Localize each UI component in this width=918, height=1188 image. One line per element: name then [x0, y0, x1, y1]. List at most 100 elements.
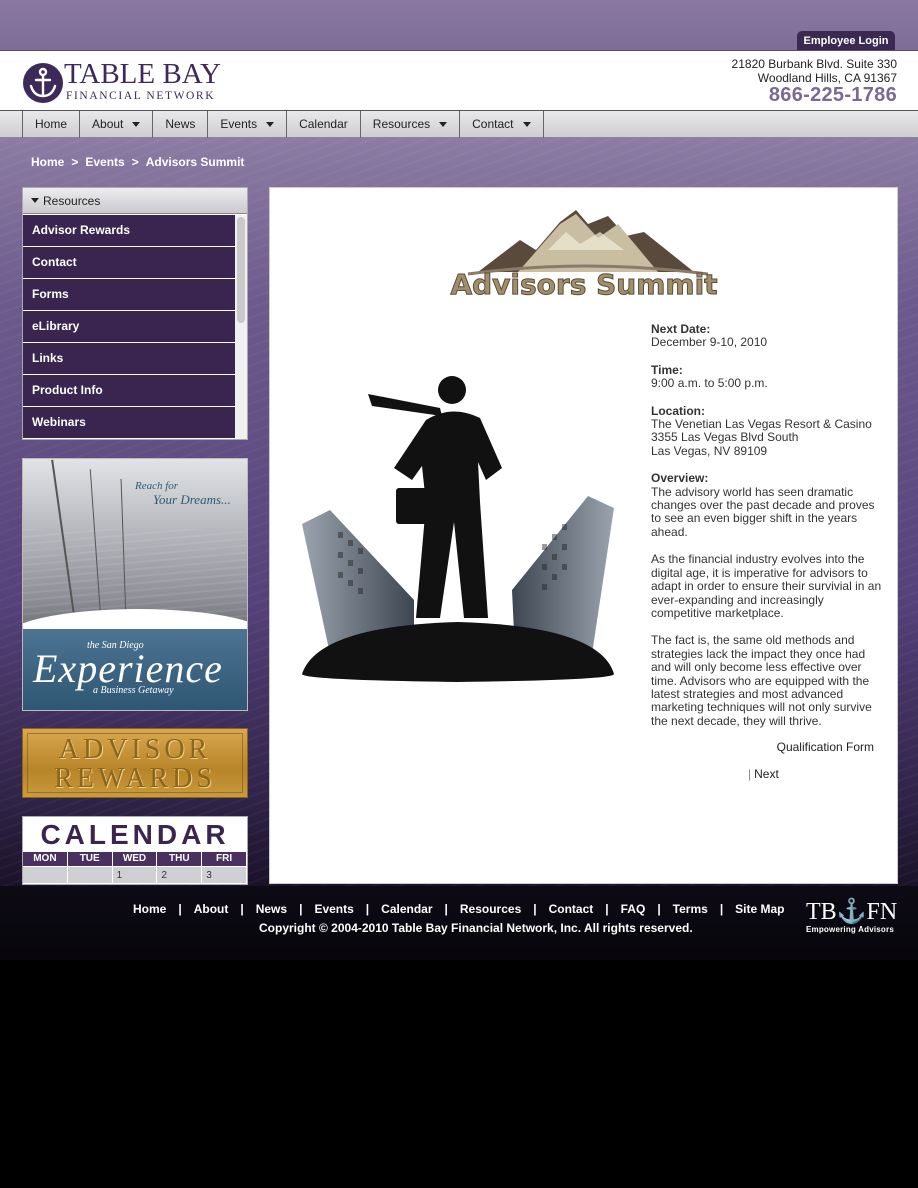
location-line3: Las Vegas, NV 89109: [651, 443, 768, 458]
pager-separator: |: [748, 767, 752, 781]
sidebar-item-links[interactable]: Links: [23, 343, 235, 375]
promo-getaway-text: a Business Getaway: [93, 685, 174, 696]
calendar-date: 2: [157, 866, 203, 883]
location-line1: The Venetian Las Vegas Resort & Casino: [651, 417, 872, 432]
nav-calendar-label: Calendar: [299, 117, 348, 131]
logo-sub-text: FINANCIAL NETWORK: [66, 90, 216, 102]
sidebar-item-advisor-rewards[interactable]: Advisor Rewards: [23, 215, 235, 247]
footer-link-calendar[interactable]: Calendar: [381, 902, 432, 916]
footer-separator: |: [605, 902, 609, 916]
calendar-days-row: MON TUE WED THU FRI: [23, 852, 247, 866]
qualification-form-link[interactable]: Qualification Form: [777, 740, 874, 754]
collapse-triangle-icon: [31, 198, 39, 203]
calendar-day: FRI: [202, 852, 247, 866]
footer-separator: |: [299, 902, 303, 916]
calendar-day: TUE: [68, 852, 113, 866]
footer-nav: Home | About | News | Events | Calendar | Res…: [133, 902, 785, 916]
calendar-date: 1: [112, 866, 158, 883]
next-date-block: Next Date: December 9-10, 2010: [651, 322, 883, 350]
nav-contact[interactable]: Contact: [460, 111, 544, 138]
sidebar-item-webinars[interactable]: Webinars: [23, 407, 235, 439]
calendar-dates-row: 1 2 3: [23, 866, 247, 883]
footer-separator: |: [178, 902, 182, 916]
nav-resources-label: Resources: [372, 117, 431, 131]
footer-link-home[interactable]: Home: [133, 902, 166, 916]
nav-news[interactable]: News: [153, 111, 209, 138]
main-content: Advisors Summit Next Date: December 9-10…: [269, 187, 898, 884]
calendar-banner[interactable]: CALENDAR MON TUE WED THU FRI 1 2 3: [22, 816, 248, 885]
time-block: Time: 9:00 a.m. to 5:00 p.m.: [651, 362, 883, 391]
calendar-day: WED: [113, 852, 158, 866]
sidebar-item-contact[interactable]: Contact: [23, 247, 235, 279]
nav-calendar[interactable]: Calendar: [287, 111, 361, 138]
location-label: Location:: [651, 403, 705, 418]
main-navbar: Home About News Events Calendar Resource…: [0, 110, 918, 138]
overview-block: Overview: The advisory world has seen dr…: [651, 471, 883, 539]
nav-resources[interactable]: Resources: [361, 111, 461, 138]
site-header: TABLE BAY FINANCIAL NETWORK 21820 Burban…: [0, 50, 918, 110]
resources-title: Resources: [43, 193, 101, 208]
businessman-hero-illustration: [302, 376, 614, 682]
employee-login-button[interactable]: Employee Login: [797, 31, 895, 51]
reach-line1: Reach for: [135, 480, 179, 492]
phone-number: 866-225-1786: [768, 84, 897, 106]
nav-contact-label: Contact: [472, 117, 514, 131]
advisor-rewards-banner[interactable]: ADVISOR REWARDS: [22, 728, 248, 798]
resources-list: Advisor Rewards Contact Forms eLibrary L…: [23, 215, 235, 439]
sidebar-item-forms[interactable]: Forms: [23, 279, 235, 311]
footer-link-contact[interactable]: Contact: [549, 902, 594, 916]
next-link[interactable]: Next: [754, 767, 779, 781]
pager: | Next: [748, 767, 779, 781]
footer-separator: |: [533, 902, 537, 916]
resources-panel: Resources Advisor Rewards Contact Forms …: [22, 187, 248, 440]
breadcrumb-home[interactable]: Home: [31, 155, 64, 169]
main-nav: Home About News Events Calendar Resource…: [22, 111, 544, 138]
calendar-date: [67, 866, 113, 883]
footer-link-site-map[interactable]: Site Map: [735, 902, 784, 916]
footer-separator: |: [657, 902, 661, 916]
advisors-summit-logo: Advisors Summit: [448, 210, 720, 305]
chevron-down-icon: [522, 122, 531, 127]
nav-news-label: News: [165, 117, 196, 131]
footer-link-events[interactable]: Events: [314, 902, 353, 916]
breadcrumb-events[interactable]: Events: [85, 155, 124, 169]
overview-paragraph: The advisory world has seen dramatic cha…: [651, 484, 875, 539]
calendar-day: THU: [157, 852, 203, 866]
scrollbar-thumb[interactable]: [237, 217, 245, 323]
breadcrumb: Home > Events > Advisors Summit: [31, 155, 244, 169]
copyright: Copyright © 2004-2010 Table Bay Financia…: [259, 921, 693, 935]
nav-home[interactable]: Home: [23, 111, 81, 138]
footer-separator: |: [444, 902, 448, 916]
footer-link-resources[interactable]: Resources: [460, 902, 521, 916]
chevron-down-icon: [132, 122, 141, 127]
reach-line2: Your Dreams...: [153, 492, 231, 507]
rewards-line2: REWARDS: [54, 763, 216, 794]
footer-link-terms[interactable]: Terms: [673, 902, 708, 916]
breadcrumb-current: Advisors Summit: [145, 155, 245, 169]
site-logo[interactable]: TABLE BAY FINANCIAL NETWORK: [22, 58, 222, 106]
logo-main-text: TABLE BAY: [64, 58, 221, 90]
event-info: Next Date: December 9-10, 2010 Time: 9:0…: [651, 322, 883, 742]
footer-link-news[interactable]: News: [256, 902, 287, 916]
calendar-title: CALENDAR: [40, 819, 230, 850]
address-line1: 21820 Burbank Blvd. Suite 330: [731, 57, 897, 71]
next-date-value: December 9-10, 2010: [651, 335, 768, 350]
time-label: Time:: [651, 362, 683, 377]
footer-logo[interactable]: TB⚓FN Empowering Advisors: [806, 900, 897, 934]
footer-separator: |: [719, 902, 724, 916]
sidebar-item-product-info[interactable]: Product Info: [23, 375, 235, 407]
sidebar-item-elibrary[interactable]: eLibrary: [23, 311, 235, 343]
footer-logo-tagline: Empowering Advisors: [806, 925, 894, 934]
resources-scrollbar[interactable]: [235, 215, 247, 439]
location-block: Location: The Venetian Las Vegas Resort …: [651, 403, 883, 459]
footer-link-about[interactable]: About: [194, 902, 229, 916]
footer-separator: |: [240, 902, 244, 916]
breadcrumb-separator: >: [71, 155, 79, 169]
san-diego-promo-banner[interactable]: Reach for Your Dreams... the San Diego E…: [22, 458, 248, 711]
nav-events[interactable]: Events: [208, 111, 288, 138]
resources-header[interactable]: Resources: [23, 188, 247, 214]
address-line2: Woodland Hills, CA 91367: [757, 71, 897, 85]
footer-link-faq[interactable]: FAQ: [621, 902, 646, 916]
chevron-down-icon: [439, 122, 448, 127]
nav-about[interactable]: About: [80, 111, 154, 138]
